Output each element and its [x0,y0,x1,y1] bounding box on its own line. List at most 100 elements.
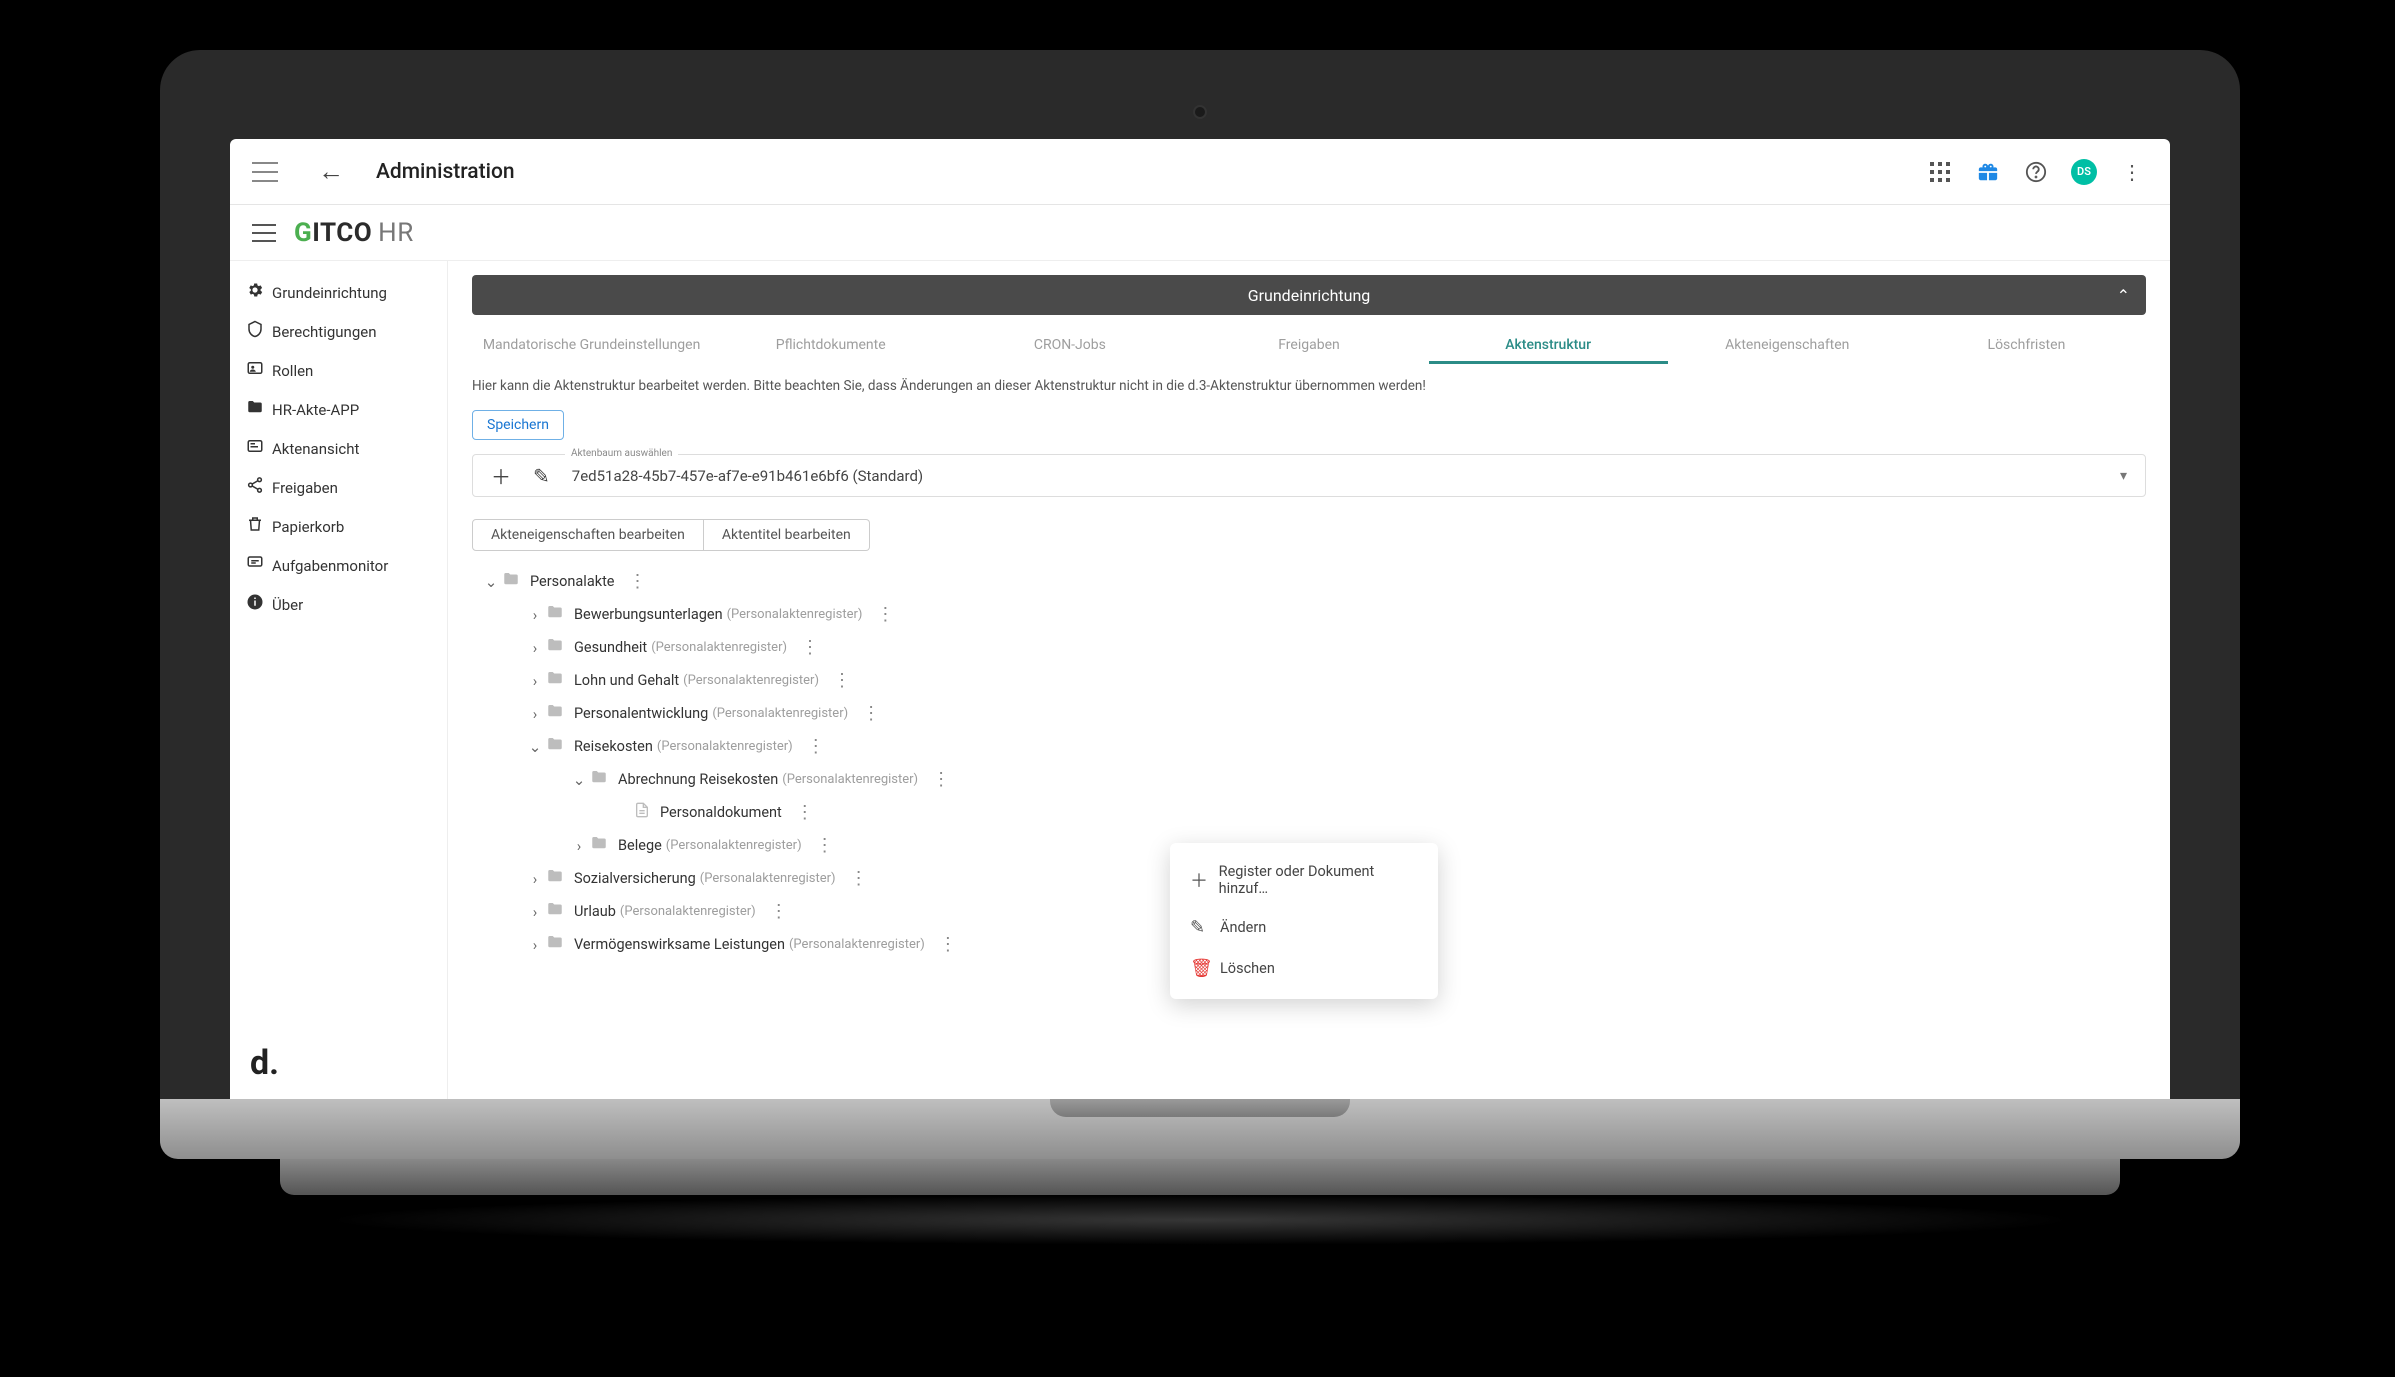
sidebar-item-label: Grundeinrichtung [272,284,387,302]
sidebar-item-label: Papierkorb [272,518,344,536]
node-overflow-icon[interactable]: ⋮ [801,637,819,658]
sidebar-item-aktenansicht[interactable]: Aktenansicht [230,429,447,468]
node-overflow-icon[interactable]: ⋮ [796,802,814,823]
tree-node[interactable]: › Bewerbungsunterlagen (Personalaktenregi… [480,598,2146,631]
apps-grid-icon[interactable] [1924,156,1956,188]
ctx-item-register-oder-dokument-hinzuf-[interactable]: ＋Register oder Dokument hinzuf… [1170,853,1438,907]
edit-tree-icon[interactable]: ✎ [533,464,550,488]
node-overflow-icon[interactable]: ⋮ [876,604,894,625]
chevron-right-icon[interactable]: › [524,672,546,690]
node-type: (Personalaktenregister) [666,838,802,853]
footer-brand-mark: d. [250,1043,279,1083]
sidebar-item-hr-akte-app[interactable]: HR-Akte-APP [230,390,447,429]
chevron-right-icon[interactable]: › [524,870,546,888]
node-type: (Personalaktenregister) [620,904,756,919]
node-label: Bewerbungsunterlagen [574,606,723,623]
node-label: Belege [618,837,662,854]
chevron-right-icon[interactable]: › [568,837,590,855]
ctx-item-l-schen[interactable]: 🗑Löschen [1170,948,1438,989]
card-icon [246,437,272,460]
context-menu: ＋Register oder Dokument hinzuf…✎Ändern🗑L… [1170,843,1438,999]
chevron-right-icon[interactable]: › [524,639,546,657]
tree-node[interactable]: ⌄Reisekosten (Personalaktenregister)⋮ [480,730,2146,763]
ctx-item--ndern[interactable]: ✎Ändern [1170,907,1438,948]
node-label: Personaldokument [660,804,782,821]
tab-freigaben[interactable]: Freigaben [1189,329,1428,364]
tab-l-schfristen[interactable]: Löschfristen [1907,329,2146,364]
sidebar-hamburger-icon[interactable] [252,224,276,242]
chevron-right-icon[interactable]: › [524,705,546,723]
info-icon [246,593,272,616]
document-icon [634,801,650,824]
chevron-right-icon[interactable]: › [524,903,546,921]
gear-icon [246,281,272,304]
node-overflow-icon[interactable]: ⋮ [939,934,957,955]
page-title: Administration [376,160,515,184]
tree-node[interactable]: ⌄Abrechnung Reisekosten (Personalaktenre… [480,763,2146,796]
folder-icon [546,900,564,923]
sidebar-item-label: Aktenansicht [272,440,359,458]
dropdown-icon[interactable]: ▾ [2120,468,2127,484]
section-header[interactable]: Grundeinrichtung ⌃ [472,275,2146,315]
node-type: (Personalaktenregister) [727,607,863,622]
tree-node[interactable]: ›Lohn und Gehalt (Personalaktenregister)… [480,664,2146,697]
chevron-down-icon[interactable]: ⌄ [524,738,546,756]
tab-pflichtdokumente[interactable]: Pflichtdokumente [711,329,950,364]
node-overflow-icon[interactable]: ⋮ [833,670,851,691]
chevron-down-icon[interactable]: ⌄ [568,771,590,789]
help-icon[interactable] [2020,156,2052,188]
node-overflow-icon[interactable]: ⋮ [629,571,647,592]
user-avatar[interactable]: DS [2068,156,2100,188]
tree-selector: ＋ ✎ Aktenbaum auswählen 7ed51a28-45b7-45… [472,454,2146,497]
ctx-item-icon: 🗑 [1190,958,1220,979]
node-label: Personalentwicklung [574,705,708,722]
node-label: Personalakte [530,573,615,590]
chevron-right-icon[interactable]: › [524,936,546,954]
shield-icon [246,320,272,343]
tab-cron-jobs[interactable]: CRON-Jobs [950,329,1189,364]
folder-icon [546,933,564,956]
sidebar-item-aufgabenmonitor[interactable]: Aufgabenmonitor [230,546,447,585]
node-overflow-icon[interactable]: ⋮ [932,769,950,790]
node-type: (Personalaktenregister) [789,937,925,952]
selector-value: 7ed51a28-45b7-457e-af7e-e91b461e6bf6 (St… [572,467,923,485]
chevron-down-icon[interactable]: ⌄ [480,573,502,591]
ctx-item-icon: ＋ [1190,867,1219,893]
sidebar-item-papierkorb[interactable]: Papierkorb [230,507,447,546]
sidebar-item-label: Berechtigungen [272,323,377,341]
tree-node[interactable]: ⌄ Personalakte ⋮ [480,565,2146,598]
overflow-menu-icon[interactable]: ⋮ [2116,156,2148,188]
chevron-right-icon[interactable]: › [524,606,546,624]
save-button[interactable]: Speichern [472,410,564,440]
sidebar-item-freigaben[interactable]: Freigaben [230,468,447,507]
tree-node[interactable]: ›Gesundheit (Personalaktenregister)⋮ [480,631,2146,664]
sidebar-item--ber[interactable]: Über [230,585,447,624]
node-label: Urlaub [574,903,616,920]
chip-button[interactable]: Akteneigenschaften bearbeiten [472,519,704,551]
app-screen: ← Administration DS ⋮ GITCOHR [230,139,2170,1099]
topbar: ← Administration DS ⋮ [230,139,2170,205]
node-type: (Personalaktenregister) [683,673,819,688]
sidebar-item-berechtigungen[interactable]: Berechtigungen [230,312,447,351]
back-arrow-icon[interactable]: ← [318,156,344,187]
sidebar-item-grundeinrichtung[interactable]: Grundeinrichtung [230,273,447,312]
node-overflow-icon[interactable]: ⋮ [862,703,880,724]
ctx-item-label: Ändern [1220,919,1266,936]
tree-node[interactable]: Personaldokument ⋮ [480,796,2146,829]
selector-label: Aktenbaum auswählen [565,448,678,459]
hamburger-icon[interactable] [252,162,278,182]
add-tree-icon[interactable]: ＋ [491,461,511,490]
tab-akteneigenschaften[interactable]: Akteneigenschaften [1668,329,1907,364]
monitor-icon [246,554,272,577]
node-overflow-icon[interactable]: ⋮ [770,901,788,922]
tree-node[interactable]: ›Personalentwicklung (Personalaktenregis… [480,697,2146,730]
laptop-mockup: ← Administration DS ⋮ GITCOHR [160,50,2240,1245]
node-overflow-icon[interactable]: ⋮ [850,868,868,889]
chip-button[interactable]: Aktentitel bearbeiten [704,519,870,551]
gift-icon[interactable] [1972,156,2004,188]
node-overflow-icon[interactable]: ⋮ [807,736,825,757]
node-overflow-icon[interactable]: ⋮ [816,835,834,856]
tab-aktenstruktur[interactable]: Aktenstruktur [1429,329,1668,364]
tab-mandatorische-grundeinstellungen[interactable]: Mandatorische Grundeinstellungen [472,329,711,364]
sidebar-item-rollen[interactable]: Rollen [230,351,447,390]
